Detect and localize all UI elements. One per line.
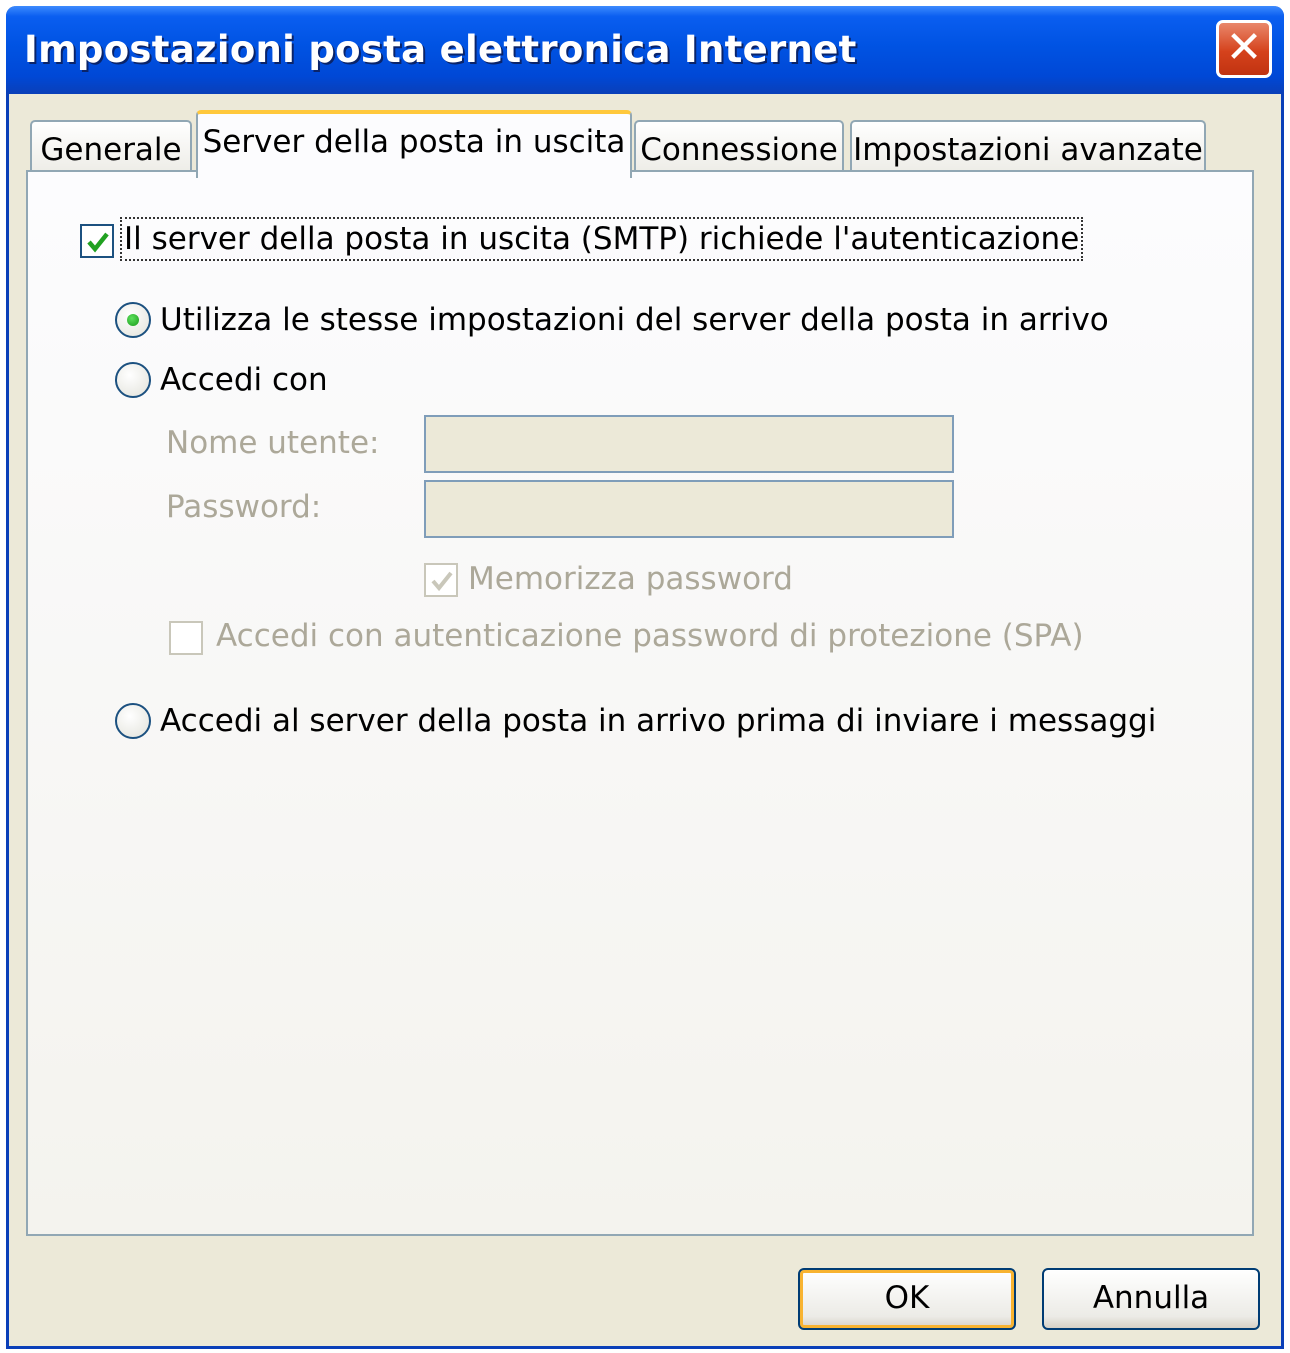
same-settings-label[interactable]: Utilizza le stesse impostazioni del serv… [160,302,1109,338]
close-icon: ✕ [1225,22,1263,73]
login-with-radio[interactable] [115,362,151,398]
cancel-button[interactable]: Annulla [1042,1268,1260,1330]
title-bar[interactable]: Impostazioni posta elettronica Internet … [6,6,1284,94]
tab-impostazioni-avanzate[interactable]: Impostazioni avanzate [850,120,1206,176]
same-settings-radio[interactable] [115,302,151,338]
spa-checkbox[interactable] [169,621,203,655]
ok-button[interactable]: OK [798,1268,1016,1330]
checkmark-icon [87,232,109,253]
smtp-auth-label[interactable]: Il server della posta in uscita (SMTP) r… [119,217,1084,261]
radio-selected-dot [127,314,139,326]
tab-outgoing-server[interactable]: Server della posta in uscita [196,110,632,178]
tab-strip: Generale Server della posta in uscita Co… [30,110,1270,178]
username-label: Nome utente: [166,425,380,461]
password-label: Password: [166,489,322,525]
remember-password-checkbox[interactable] [424,563,458,597]
remember-password-label[interactable]: Memorizza password [468,561,793,597]
close-button[interactable]: ✕ [1216,20,1272,78]
tab-generale[interactable]: Generale [30,120,192,176]
dialog-title: Impostazioni posta elettronica Internet [24,28,857,71]
checkmark-icon [431,571,453,592]
login-with-label[interactable]: Accedi con [160,362,328,398]
tab-connessione[interactable]: Connessione [634,120,844,176]
smtp-auth-checkbox[interactable] [80,224,114,258]
login-before-send-radio[interactable] [115,703,151,739]
password-field[interactable] [424,480,954,538]
spa-label[interactable]: Accedi con autenticazione password di pr… [216,618,1084,654]
username-field[interactable] [424,415,954,473]
login-before-send-label[interactable]: Accedi al server della posta in arrivo p… [160,703,1156,739]
